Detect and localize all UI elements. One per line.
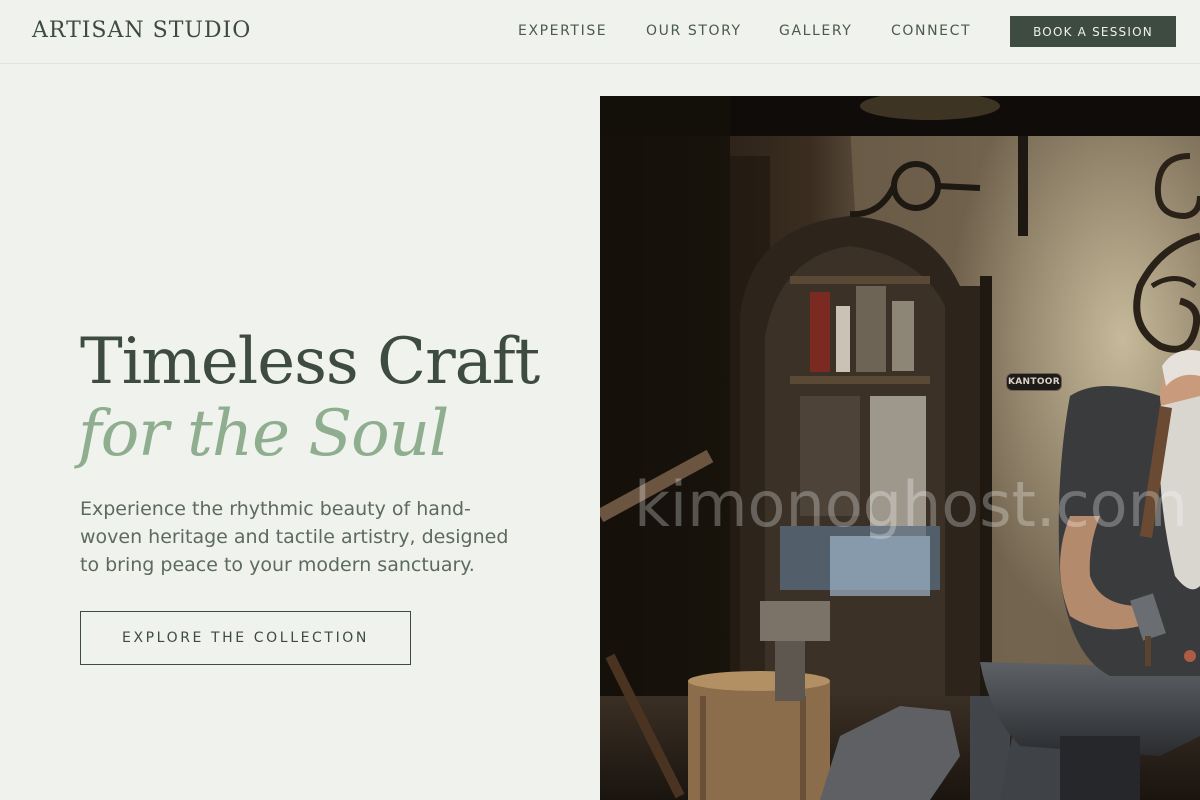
- site-logo[interactable]: ARTISAN STUDIO: [32, 16, 251, 46]
- hero-description: Experience the rhythmic beauty of hand-w…: [80, 498, 509, 576]
- hero-subtitle: for the Soul: [78, 397, 449, 471]
- nav-link-connect[interactable]: CONNECT: [891, 21, 971, 41]
- nav-link-our-story[interactable]: OUR STORY: [646, 21, 742, 41]
- site-header: ARTISAN STUDIO EXPERTISE OUR STORY GALLE…: [0, 0, 1200, 64]
- book-session-button[interactable]: BOOK A SESSION: [1010, 16, 1176, 47]
- hero-image-blacksmith: KANTOOR kimonoghost.com: [600, 96, 1200, 800]
- nav-link-expertise[interactable]: EXPERTISE: [518, 21, 607, 41]
- explore-collection-button[interactable]: EXPLORE THE COLLECTION: [80, 611, 411, 665]
- nav-link-gallery[interactable]: GALLERY: [779, 21, 852, 41]
- workshop-illustration: [600, 96, 1200, 800]
- hero-title: Timeless Craft: [80, 325, 540, 399]
- kantoor-sign: KANTOOR: [1006, 373, 1062, 391]
- watermark-text: kimonoghost.com: [634, 468, 1189, 541]
